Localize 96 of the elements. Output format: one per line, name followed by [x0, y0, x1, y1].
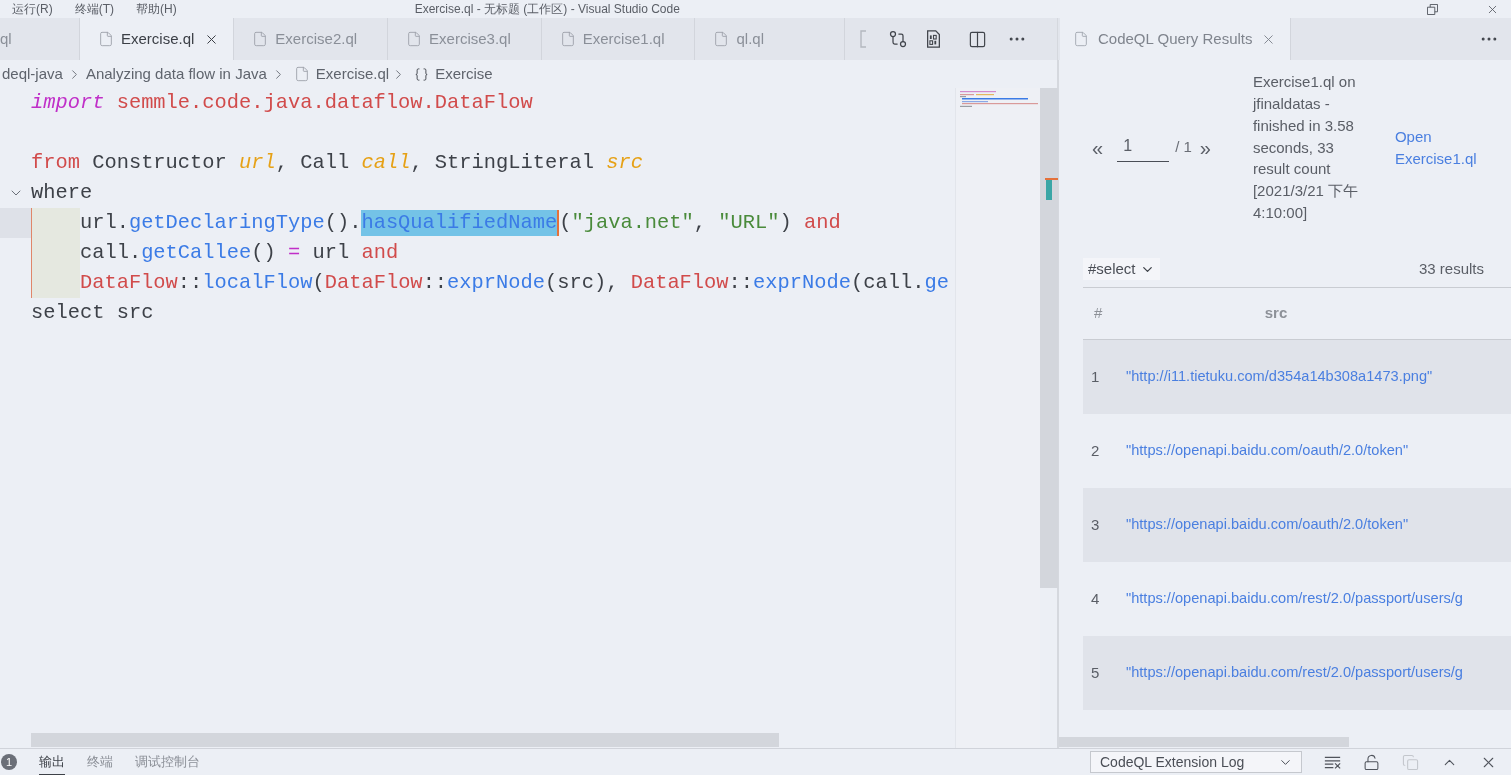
cut-off-file-icon	[860, 30, 867, 48]
module-name: semmle.code.java.dataflow.DataFlow	[116, 90, 533, 116]
type-name: Call	[300, 150, 351, 176]
keyword-token: and	[804, 210, 841, 236]
keyword-token: from	[31, 150, 81, 176]
query-summary: Exercise1.ql on jfinaldatas - finished in 3.58 seconds, 33 result count [2021/3/21 下午4:10:00]	[1252, 72, 1359, 223]
breadcrumb-item[interactable]: Analyzing data flow in Java	[83, 62, 269, 86]
row-index: 5	[1090, 662, 1101, 683]
window-title: Exercise.ql - 无标题 (工作区) - Visual Studio Code	[414, 1, 680, 17]
method-name: hasQualifiedName	[361, 210, 560, 236]
operator-token: =	[288, 240, 301, 266]
breadcrumb-item[interactable]: deql-java	[0, 62, 65, 86]
file-icon	[1073, 31, 1089, 47]
column-header: src	[1263, 303, 1289, 324]
result-link[interactable]: "https://openapi.baidu.com/oauth/2.0/token"	[1126, 440, 1409, 462]
file-icon	[293, 66, 310, 82]
row-index: 2	[1090, 440, 1101, 461]
unlocked-lock-icon[interactable]	[1363, 753, 1380, 771]
menu-item[interactable]: 终端(T)	[74, 1, 114, 17]
code-text: ::	[177, 270, 203, 296]
split-editor-icon[interactable]	[968, 29, 988, 49]
count-badge: 1	[1, 754, 17, 770]
result-link[interactable]: "http://i11.tietuku.com/d354a14b308a1473.png"	[1126, 366, 1433, 388]
file-icon	[559, 31, 576, 47]
code-text: ,	[275, 150, 289, 176]
panel-tab[interactable]: 终端	[87, 749, 113, 775]
code-text: ()	[251, 240, 277, 266]
file-icon	[406, 31, 423, 47]
panel-tab[interactable]: 输出	[39, 749, 65, 775]
method-name: getCallee	[141, 240, 252, 266]
file-icon	[252, 31, 269, 47]
variable-name: src	[606, 150, 643, 176]
column-header: #	[1093, 303, 1104, 324]
page-total: / 1	[1175, 137, 1192, 158]
code-text: ().	[324, 210, 362, 236]
menu-item[interactable]: 运行(R)	[12, 1, 53, 17]
file-icon	[98, 31, 114, 47]
restore-window-icon[interactable]	[1427, 3, 1438, 15]
cursor-marker-icon	[1045, 178, 1058, 180]
code-text: url	[311, 240, 351, 266]
channel-dropdown[interactable]: CodeQL Extension Log	[1090, 751, 1302, 773]
method-name: ge	[924, 270, 949, 296]
code-text: ::	[728, 270, 754, 296]
result-link[interactable]: "https://openapi.baidu.com/oauth/2.0/token"	[1126, 514, 1409, 536]
variable-name: call	[361, 150, 411, 176]
menu-item[interactable]: 帮助(H)	[136, 1, 177, 17]
file-icon	[713, 31, 730, 47]
open-query-link[interactable]: Open Exercise1.ql	[1394, 125, 1485, 170]
row-index: 1	[1090, 366, 1101, 387]
panel-tab[interactable]: 调试控制台	[135, 749, 200, 775]
selection-marker-icon	[1046, 180, 1052, 200]
module-name: DataFlow	[79, 270, 178, 296]
code-text: select src	[31, 300, 154, 326]
previous-page-button[interactable]: «	[1092, 137, 1104, 158]
page-input[interactable]: 1	[1117, 133, 1170, 162]
next-page-button[interactable]: »	[1199, 137, 1211, 158]
keyword-token: import	[31, 90, 106, 116]
panel-tab[interactable]: CodeQL Query Results	[1060, 18, 1291, 60]
code-text: ,	[410, 150, 424, 176]
braces-icon	[414, 66, 430, 82]
breadcrumb-item[interactable]: Exercise	[435, 62, 493, 86]
code-text: (call.	[850, 270, 925, 296]
code-text: url.	[79, 210, 129, 236]
method-name: getDeclaringType	[128, 210, 325, 236]
method-name: exprNode	[447, 270, 545, 296]
breadcrumb-item[interactable]: Exercise.ql	[315, 62, 390, 86]
result-link[interactable]: "https://openapi.baidu.com/rest/2.0/passport/users/g	[1126, 662, 1463, 684]
horizontal-scrollbar-thumb[interactable]	[31, 733, 779, 747]
result-set-dropdown[interactable]: #select	[1083, 258, 1160, 280]
keyword-token: and	[361, 240, 399, 266]
vertical-scrollbar-thumb[interactable]	[1040, 88, 1058, 588]
module-name: DataFlow	[630, 270, 729, 296]
method-name: localFlow	[202, 270, 313, 296]
code-text: (	[559, 210, 572, 236]
code-text: where	[31, 180, 93, 206]
code-text: ,	[693, 210, 708, 236]
type-name: Constructor	[92, 150, 228, 176]
result-link[interactable]: "https://openapi.baidu.com/rest/2.0/passport/users/g	[1126, 588, 1463, 610]
code-text: (src),	[545, 270, 620, 296]
row-index: 3	[1090, 514, 1101, 535]
row-index: 4	[1090, 588, 1101, 609]
editor-tab[interactable]: Exercise.ql	[80, 18, 235, 60]
variable-name: url	[239, 150, 276, 176]
code-text: )	[779, 210, 793, 236]
horizontal-scrollbar-thumb[interactable]	[1059, 737, 1349, 747]
method-name: exprNode	[753, 270, 851, 296]
result-count: 33 results	[1418, 258, 1484, 279]
string-literal: "java.net"	[571, 210, 694, 236]
type-name: StringLiteral	[434, 150, 595, 176]
code-text: ::	[422, 270, 448, 296]
string-literal: "URL"	[718, 210, 780, 236]
module-name: DataFlow	[324, 270, 423, 296]
binary-file-icon[interactable]	[926, 30, 942, 48]
compare-changes-icon[interactable]	[888, 29, 909, 49]
code-text: (	[312, 270, 325, 296]
code-text: call.	[79, 240, 142, 266]
